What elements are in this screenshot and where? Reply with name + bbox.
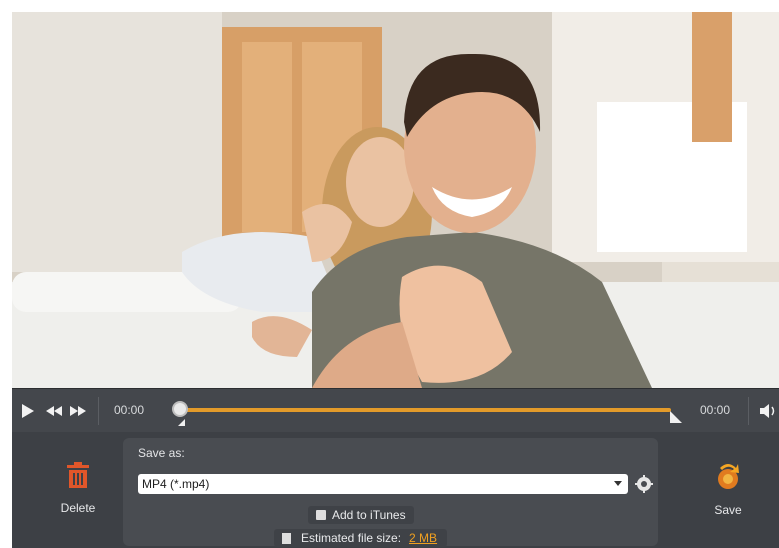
trim-start-marker[interactable] [178,419,185,426]
timeline-track[interactable] [183,408,671,412]
add-to-itunes-label: Add to iTunes [332,508,406,522]
format-select-value: MP4 (*.mp4) [142,477,210,491]
settings-gear-icon[interactable] [634,474,654,494]
file-icon [282,532,291,544]
rewind-button[interactable] [44,401,64,421]
trim-end-marker[interactable] [670,411,682,423]
save-icon [718,464,739,489]
timeline-playhead[interactable] [172,401,188,417]
delete-button[interactable]: Delete [52,462,104,515]
play-button[interactable] [20,401,36,421]
save-as-group: Save as: MP4 (*.mp4) Add to iTunes Estim… [123,438,658,547]
video-frame-image [12,12,779,388]
play-icon [22,404,34,418]
estimated-size-label: Estimated file size: [301,531,402,545]
export-panel: Delete Save as: MP4 (*.mp4) Add to iTune… [12,432,779,548]
estimated-size-row: Estimated file size: 2 MB [274,529,448,547]
checkbox-box [316,510,326,520]
fast-forward-icon [70,406,86,416]
total-time: 00:00 [700,403,731,417]
save-as-label: Save as: [138,446,185,460]
delete-label: Delete [60,501,96,515]
add-to-itunes-checkbox[interactable]: Add to iTunes [308,506,414,524]
estimated-size-link[interactable]: 2 MB [409,531,437,545]
save-button[interactable]: Save [702,462,754,517]
fast-forward-button[interactable] [68,401,88,421]
volume-icon [760,404,775,418]
current-time: 00:00 [114,403,145,417]
trash-icon [67,462,89,488]
video-editor-window: 00:00 00:00 Delete Save as: MP4 (*.mp4) … [0,0,779,548]
rewind-icon [46,406,62,416]
chevron-down-icon [614,481,622,486]
format-select[interactable]: MP4 (*.mp4) [138,474,628,494]
toolbar-divider [98,397,99,425]
volume-button[interactable] [760,401,778,421]
playback-toolbar: 00:00 00:00 [12,388,779,432]
toolbar-divider [748,397,749,425]
save-label: Save [714,503,742,517]
video-preview [12,12,779,388]
